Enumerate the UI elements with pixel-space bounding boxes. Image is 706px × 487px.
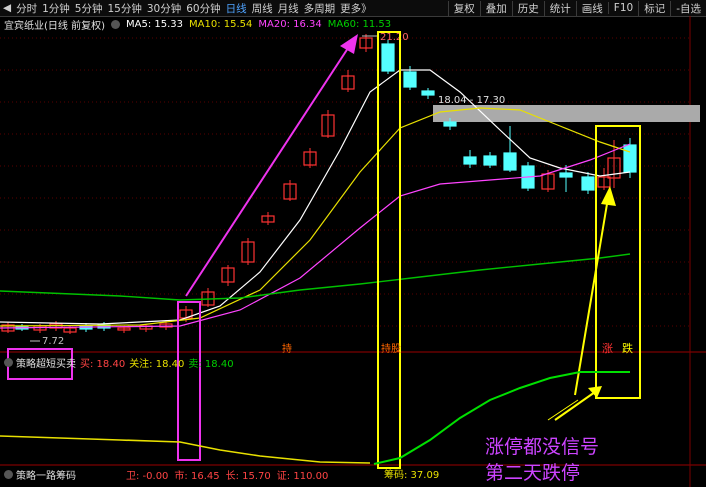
candle-body-22 (421, 90, 435, 96)
candle-body-21 (403, 71, 417, 88)
v4-value: 证: 110.00 (276, 471, 329, 482)
signal-die-label: 跌 (622, 341, 633, 355)
yellow-box-1 (377, 31, 401, 469)
chip-line-yellow (0, 435, 371, 464)
indicator2-settings-icon[interactable] (4, 470, 13, 479)
indicator1-name[interactable]: 策略超短买卖 (16, 355, 76, 370)
signal-label-1: 持 (282, 342, 292, 355)
buy-value: 买: 18.40 (80, 359, 126, 370)
ma60-line (0, 253, 631, 301)
candle-body-30 (581, 176, 595, 191)
range-label: 18.04 - 17.30 (438, 95, 505, 106)
resistance-band (433, 105, 700, 122)
candle-body-29 (559, 172, 573, 178)
ma20-line (0, 143, 631, 329)
annotation-line2: 第二天跌停 (485, 462, 581, 484)
low-price-label: 7.72 (42, 336, 64, 347)
indicator-settings-icon[interactable] (4, 358, 13, 367)
candle-body-33 (623, 144, 637, 173)
magenta-arrow-line (185, 41, 353, 297)
indicator2-header: 策略一路筹码 卫: -0.00 市: 16.45 长: 15.70 证: 110… (4, 467, 328, 482)
candle-body-25 (483, 155, 497, 166)
ma10-line (0, 107, 631, 327)
signal-label-2: 持股 (381, 342, 401, 355)
yellow-arrow-line-1 (574, 197, 609, 396)
indicator2-name[interactable]: 策略一路筹码 (16, 467, 76, 482)
candle-body-24 (463, 156, 477, 165)
candle-body-23 (443, 121, 457, 127)
v3-value: 长: 15.70 (225, 471, 271, 482)
watch-value: 关注: 18.40 (129, 359, 185, 370)
yellow-arrow-line-3 (547, 399, 579, 421)
kline-chart[interactable]: 21.20 7.72 18.04 - 17.30 持 持股 涨跌筹码: 37.09 (0, 0, 706, 487)
high-price-label: 21.20 (380, 32, 409, 43)
v1-value: 卫: -0.00 (126, 471, 169, 482)
chip-value-label: 筹码: 37.09 (384, 468, 439, 481)
v2-value: 市: 16.45 (174, 471, 220, 482)
annotation-line1: 涨停都没信号 (485, 436, 600, 458)
sell-value: 卖: 18.40 (188, 359, 234, 370)
candle-body-26 (503, 152, 517, 171)
signal-zhang-label: 涨 (602, 342, 613, 355)
indicator1-header: 策略超短买卖 买: 18.40 关注: 18.40 卖: 18.40 (4, 355, 234, 370)
candle-body-20 (381, 43, 395, 72)
magenta-arrowhead-icon (340, 34, 358, 54)
yellow-arrow-line-2 (554, 391, 596, 421)
yellow-arrowhead-1-icon (601, 186, 616, 206)
